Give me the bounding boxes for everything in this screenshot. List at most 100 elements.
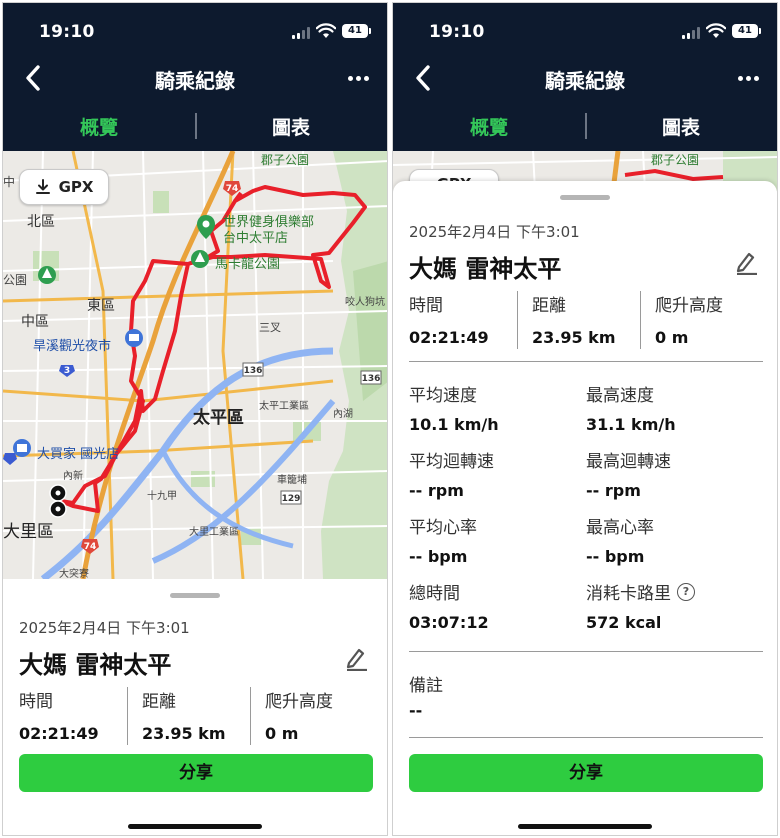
map-label-cheji: 車籠埔: [277, 475, 307, 486]
stat-time-value: 02:21:49: [19, 724, 99, 743]
map-label-sancha: 三叉: [259, 321, 281, 334]
stat-elevation-value: 0 m: [265, 724, 299, 743]
edit-pencil-icon[interactable]: [733, 249, 759, 275]
tab-overview[interactable]: 概覽: [393, 113, 585, 140]
svg-text:3: 3: [64, 366, 70, 376]
summary-stats: 時間 02:21:49 距離 23.95 km 爬升高度 0 m: [409, 291, 763, 349]
stat-calories-label-row: 消耗卡路里 ?: [586, 579, 763, 604]
sheet-drag-handle[interactable]: [560, 195, 610, 200]
share-button[interactable]: 分享: [409, 754, 763, 792]
stat-time-label: 時間: [19, 692, 53, 712]
wifi-icon: [706, 23, 726, 38]
stat-max-hr: 最高心率 -- bpm: [586, 513, 763, 566]
stat-elevation-label: 爬升高度: [265, 692, 333, 712]
map-label-park-top: 郡子公園: [651, 153, 700, 167]
battery-icon: 41: [342, 24, 371, 38]
stat-avg-cadence-value: -- rpm: [409, 481, 464, 500]
status-time: 19:10: [39, 22, 95, 42]
download-icon: [35, 179, 50, 194]
stat-distance-value: 23.95 km: [142, 724, 226, 743]
map-canvas: 74 74 136 136 129 3: [3, 151, 387, 579]
stat-elevation-value: 0 m: [655, 328, 689, 347]
stat-distance-label: 距離: [142, 692, 176, 712]
section-divider: [409, 737, 763, 738]
status-bar: 19:10 41: [393, 3, 777, 61]
title-row: 騎乘紀錄: [393, 59, 777, 99]
sheet-drag-handle[interactable]: [170, 593, 220, 598]
title-row: 騎乘紀錄: [3, 59, 387, 99]
svg-text:129: 129: [282, 494, 301, 504]
map-label-edge-2: 公園: [3, 273, 28, 287]
stat-time: 時間 02:21:49: [19, 687, 127, 745]
section-divider: [409, 651, 763, 652]
map-label-park-top: 郡子公園: [261, 153, 310, 167]
svg-text:74: 74: [226, 184, 239, 194]
stat-max-speed-value: 31.1 km/h: [586, 415, 676, 434]
stat-total-time-value: 03:07:12: [409, 613, 489, 632]
home-indicator: [518, 824, 652, 829]
stat-time-value: 02:21:49: [409, 328, 489, 347]
tab-charts[interactable]: 圖表: [585, 113, 777, 140]
route-map[interactable]: 74 74 136 136 129 3 GPX 中 北區 公園 東區 中區 旱溪…: [3, 151, 387, 579]
detail-stats-grid: 平均速度 10.1 km/h 最高速度 31.1 km/h 平均迴轉速 -- r…: [409, 381, 763, 641]
stat-avg-hr-value: -- bpm: [409, 547, 468, 566]
summary-stats: 時間 02:21:49 距離 23.95 km 爬升高度 0 m: [19, 687, 373, 745]
stat-elevation: 爬升高度 0 m: [250, 687, 373, 745]
more-options-icon[interactable]: [343, 63, 373, 93]
details-sheet: 2025年2月4日 下午3:01 大媽 雷神太平 時間 02:21:49 距離 …: [393, 181, 777, 835]
map-label-central-district: 中區: [21, 314, 49, 330]
signal-icon: [292, 27, 310, 39]
map-label-dali-industrial: 大里工業區: [189, 527, 239, 538]
stat-avg-cadence: 平均迴轉速 -- rpm: [409, 447, 586, 500]
page-title: 騎乘紀錄: [155, 69, 235, 93]
notes-value[interactable]: --: [409, 701, 422, 720]
stat-distance: 距離 23.95 km: [127, 687, 250, 745]
svg-text:136: 136: [362, 374, 381, 384]
map-label-east-district: 東區: [87, 298, 115, 314]
map-label-dali-district: 大里區: [3, 522, 54, 542]
ride-name: 大媽 雷神太平: [409, 255, 562, 283]
signal-icon: [682, 27, 700, 39]
svg-text:74: 74: [84, 542, 97, 552]
top-bar: 19:10 41 騎乘紀錄 概覽 圖表: [393, 3, 777, 151]
map-label-yaoshengou: 咬人狗坑: [345, 297, 385, 308]
stat-max-cadence-value: -- rpm: [586, 481, 641, 500]
map-label-taiping-district: 太平區: [193, 408, 244, 428]
stat-time-label: 時間: [409, 296, 443, 316]
home-indicator: [128, 824, 262, 829]
top-bar: 19:10 41 騎乘紀錄 概覽 圖表: [3, 3, 387, 151]
tab-overview[interactable]: 概覽: [3, 113, 195, 140]
more-options-icon[interactable]: [733, 63, 763, 93]
stat-elevation-label: 爬升高度: [655, 296, 723, 316]
stat-calories: 消耗卡路里 ? 572 kcal: [586, 579, 763, 632]
stat-max-hr-value: -- bpm: [586, 547, 645, 566]
ride-name: 大媽 雷神太平: [19, 651, 172, 679]
poi-park-left-icon: [38, 266, 56, 284]
section-divider: [409, 361, 763, 362]
stat-max-cadence: 最高迴轉速 -- rpm: [586, 447, 763, 500]
tab-charts[interactable]: 圖表: [195, 113, 387, 140]
stat-distance-label: 距離: [532, 296, 566, 316]
share-button[interactable]: 分享: [19, 754, 373, 792]
gpx-label: GPX: [58, 178, 94, 196]
stat-calories-value: 572 kcal: [586, 613, 662, 632]
stat-avg-speed: 平均速度 10.1 km/h: [409, 381, 586, 434]
stat-time: 時間 02:21:49: [409, 291, 517, 349]
stat-total-time: 總時間 03:07:12: [409, 579, 586, 632]
map-label-shijiujia: 十九甲: [147, 491, 177, 502]
map-label-gym-branch: 台中太平店: [223, 231, 289, 246]
map-label-makalong-park: 馬卡龍公園: [215, 257, 281, 272]
stat-distance-value: 23.95 km: [532, 328, 616, 347]
map-label-hanxi-market: 旱溪觀光夜市: [33, 339, 112, 354]
map-label-rt-mart: 大買家 國光店: [37, 447, 120, 462]
stat-max-hr-label: 最高心率: [586, 518, 654, 538]
edit-pencil-icon[interactable]: [343, 645, 369, 671]
svg-text:136: 136: [244, 366, 263, 376]
info-icon[interactable]: ?: [677, 582, 695, 601]
map-label-north-district: 北區: [27, 214, 55, 230]
poi-store-icon: [13, 439, 31, 457]
gpx-download-button[interactable]: GPX: [19, 169, 109, 205]
stat-elevation: 爬升高度 0 m: [640, 291, 763, 349]
tab-bar: 概覽 圖表: [3, 107, 387, 145]
map-label-edge-1: 中: [3, 175, 16, 189]
